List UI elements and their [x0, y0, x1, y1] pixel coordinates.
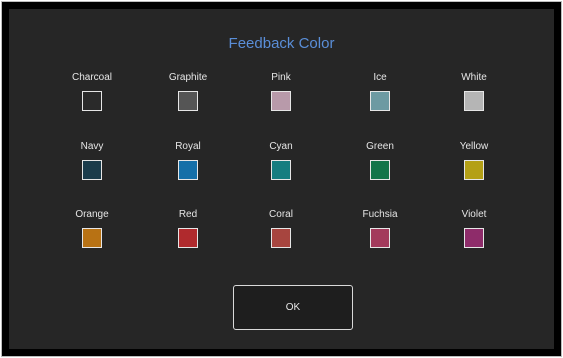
swatch-cyan[interactable]: Cyan — [241, 141, 321, 191]
swatch-box[interactable] — [464, 160, 484, 180]
swatch-label: Green — [366, 141, 394, 152]
feedback-color-dialog: Feedback Color Charcoal Graphite Pink Ic… — [1, 1, 562, 357]
swatch-box[interactable] — [82, 228, 102, 248]
swatch-box[interactable] — [178, 160, 198, 180]
swatch-green[interactable]: Green — [340, 141, 420, 191]
swatch-orange[interactable]: Orange — [52, 209, 132, 259]
swatch-box[interactable] — [370, 91, 390, 111]
swatch-box[interactable] — [178, 228, 198, 248]
swatch-pink[interactable]: Pink — [241, 72, 321, 122]
swatch-box[interactable] — [271, 160, 291, 180]
swatch-box[interactable] — [464, 91, 484, 111]
swatch-charcoal[interactable]: Charcoal — [52, 72, 132, 122]
swatch-red[interactable]: Red — [148, 209, 228, 259]
swatch-label: Charcoal — [71, 72, 113, 83]
swatch-box[interactable] — [178, 91, 198, 111]
swatch-label: Violet — [461, 209, 487, 220]
swatch-box[interactable] — [370, 228, 390, 248]
swatch-coral[interactable]: Coral — [241, 209, 321, 259]
swatch-label: Royal — [175, 141, 201, 152]
swatch-violet[interactable]: Violet — [434, 209, 514, 259]
swatch-fuchsia[interactable]: Fuchsia — [340, 209, 420, 259]
swatch-label: White — [461, 72, 487, 83]
swatch-label: Navy — [80, 141, 104, 152]
swatch-navy[interactable]: Navy — [52, 141, 132, 191]
swatch-ice[interactable]: Ice — [340, 72, 420, 122]
swatch-box[interactable] — [271, 228, 291, 248]
swatch-graphite[interactable]: Graphite — [148, 72, 228, 122]
color-swatch-grid: Charcoal Graphite Pink Ice White Navy Ro… — [9, 9, 554, 269]
swatch-label: Pink — [271, 72, 291, 83]
swatch-royal[interactable]: Royal — [148, 141, 228, 191]
ok-button[interactable]: OK — [233, 285, 353, 330]
swatch-label: Yellow — [459, 141, 489, 152]
swatch-white[interactable]: White — [434, 72, 514, 122]
swatch-label: Red — [178, 209, 198, 220]
dialog-panel: Feedback Color Charcoal Graphite Pink Ic… — [9, 9, 554, 349]
swatch-label: Ice — [373, 72, 387, 83]
swatch-label: Fuchsia — [362, 209, 398, 220]
swatch-box[interactable] — [271, 91, 291, 111]
swatch-label: Coral — [269, 209, 293, 220]
swatch-label: Cyan — [269, 141, 293, 152]
swatch-box[interactable] — [82, 160, 102, 180]
swatch-yellow[interactable]: Yellow — [434, 141, 514, 191]
swatch-label: Orange — [75, 209, 109, 220]
swatch-box[interactable] — [464, 228, 484, 248]
swatch-box[interactable] — [82, 91, 102, 111]
swatch-label: Graphite — [168, 72, 208, 83]
swatch-box[interactable] — [370, 160, 390, 180]
